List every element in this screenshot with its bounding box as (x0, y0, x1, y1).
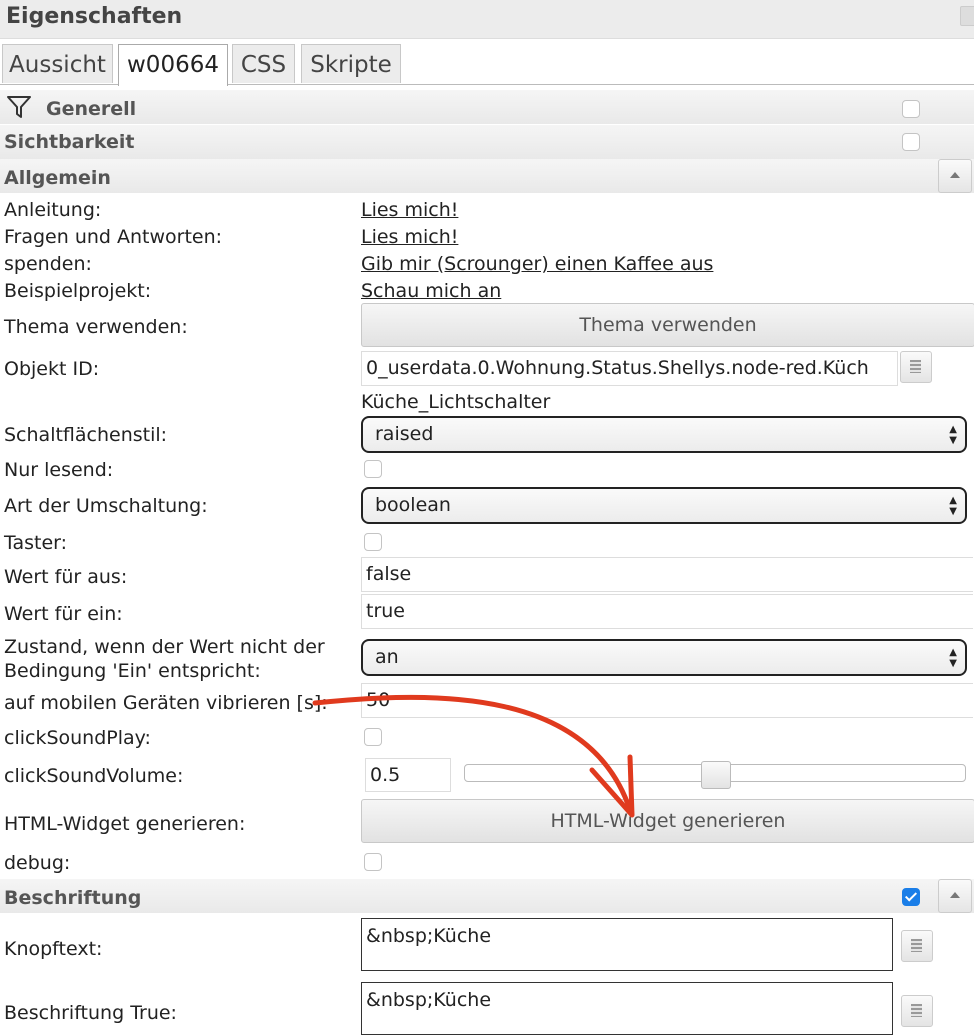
zustand-select-value: an (375, 646, 399, 668)
sound-volume-input[interactable]: 0.5 (365, 758, 451, 792)
section-beschriftung-label: Beschriftung (4, 887, 142, 909)
section-sichtbarkeit-label: Sichtbarkeit (4, 131, 135, 153)
zustand-select[interactable]: an ▲ ▼ (361, 639, 967, 676)
tab-css[interactable]: CSS (232, 44, 295, 83)
art-label: Art der Umschaltung: (4, 495, 208, 517)
objekt-name: Küche_Lichtschalter (361, 391, 551, 413)
nurlesend-label: Nur lesend: (4, 459, 114, 481)
faq-label: Fragen und Antworten: (4, 226, 223, 248)
art-select-value: boolean (375, 494, 451, 516)
art-select[interactable]: boolean ▲ ▼ (361, 487, 967, 524)
select-arrows-icon: ▲ ▼ (949, 424, 957, 446)
objekt-id-select-button[interactable] (900, 351, 932, 383)
knopftext-edit-button[interactable] (901, 930, 933, 962)
zustand-label-line2: Bedingung 'Ein' entspricht: (4, 660, 261, 682)
beispiel-link[interactable]: Schau mich an (361, 280, 501, 302)
beschriftung-true-edit-button[interactable] (901, 995, 933, 1027)
stil-label: Schaltflächenstil: (4, 424, 168, 446)
sound-play-label: clickSoundPlay: (4, 727, 151, 749)
select-arrows-icon: ▲ ▼ (949, 647, 957, 669)
beschriftung-true-label: Beschriftung True: (4, 1002, 177, 1024)
section-generell-label: Generell (46, 98, 137, 120)
html-widget-label: HTML-Widget generieren: (4, 813, 246, 835)
section-sichtbarkeit-checkbox[interactable] (902, 133, 920, 151)
debug-checkbox[interactable] (364, 853, 382, 871)
tab-skripte[interactable]: Skripte (301, 44, 401, 83)
tab-widget[interactable]: w00664 (118, 44, 228, 86)
objekt-id-label: Objekt ID: (4, 358, 100, 380)
aus-input[interactable]: false (361, 557, 973, 592)
aus-label: Wert für aus: (4, 566, 128, 588)
panel-resize-handle[interactable] (960, 6, 974, 26)
select-arrows-icon: ▲ ▼ (949, 495, 957, 517)
section-beschriftung-checkbox[interactable] (902, 888, 920, 906)
taster-label: Taster: (4, 532, 68, 554)
stil-select-value: raised (375, 423, 434, 445)
section-generell-checkbox[interactable] (902, 100, 920, 118)
spenden-link[interactable]: Gib mir (Scrounger) einen Kaffee aus (361, 253, 713, 275)
thema-verwenden-button[interactable]: Thema verwenden (361, 303, 974, 347)
sound-volume-label: clickSoundVolume: (4, 765, 184, 787)
filter-icon[interactable] (6, 94, 32, 120)
anleitung-link[interactable]: Lies mich! (361, 199, 458, 221)
vibrieren-input[interactable]: 50 (361, 683, 973, 718)
sound-volume-slider-handle[interactable] (701, 761, 731, 789)
collapse-allgemein-button[interactable] (938, 159, 972, 193)
knopftext-label: Knopftext: (4, 938, 103, 960)
section-sichtbarkeit[interactable]: Sichtbarkeit (0, 125, 974, 159)
beschriftung-true-textarea[interactable]: &nbsp;Küche (361, 982, 893, 1035)
sound-play-checkbox[interactable] (364, 728, 382, 746)
debug-label: debug: (4, 852, 71, 874)
beispiel-label: Beispielprojekt: (4, 280, 152, 302)
zustand-label-line1: Zustand, wenn der Wert nicht der (4, 636, 325, 658)
section-generell[interactable]: Generell (0, 90, 974, 124)
section-beschriftung[interactable]: Beschriftung (0, 879, 974, 913)
panel-title: Eigenschaften (6, 4, 183, 29)
knopftext-textarea[interactable]: &nbsp;Küche (361, 918, 893, 971)
nurlesend-checkbox[interactable] (364, 460, 382, 478)
taster-checkbox[interactable] (364, 533, 382, 551)
section-allgemein-label: Allgemein (4, 167, 111, 189)
section-allgemein[interactable]: Allgemein (0, 159, 974, 193)
tab-bar: Aussicht w00664 CSS Skripte (0, 44, 974, 86)
anleitung-label: Anleitung: (4, 199, 102, 221)
spenden-label: spenden: (4, 253, 92, 275)
thema-label: Thema verwenden: (4, 316, 188, 338)
tab-aussicht[interactable]: Aussicht (2, 44, 113, 83)
ein-input[interactable]: true (361, 594, 973, 629)
html-widget-generate-button[interactable]: HTML-Widget generieren (361, 799, 974, 843)
stil-select[interactable]: raised ▲ ▼ (361, 416, 967, 453)
objekt-id-input[interactable]: 0_userdata.0.Wohnung.Status.Shellys.node… (361, 351, 898, 386)
faq-link[interactable]: Lies mich! (361, 226, 458, 248)
ein-label: Wert für ein: (4, 603, 123, 625)
collapse-beschriftung-button[interactable] (938, 879, 972, 913)
panel-header: Eigenschaften (0, 0, 974, 39)
vibrieren-label: auf mobilen Geräten vibrieren [s]: (4, 692, 328, 714)
